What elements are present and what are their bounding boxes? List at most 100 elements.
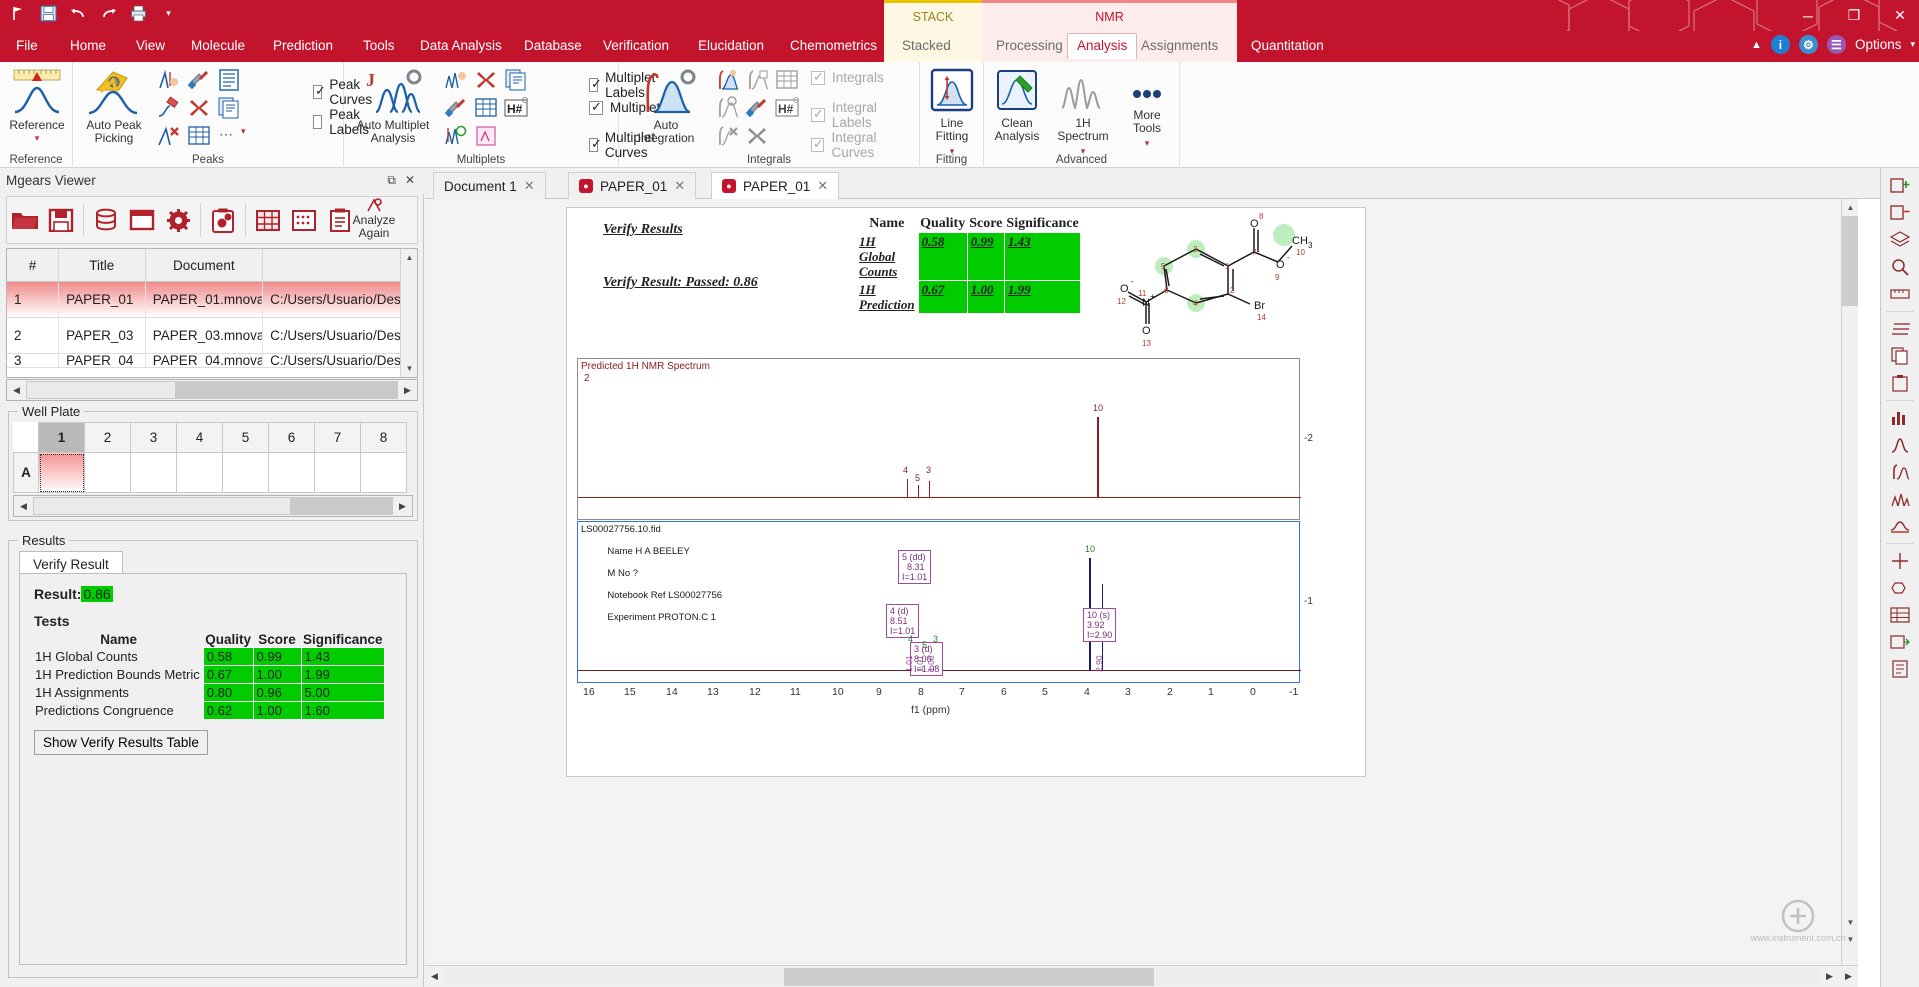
float-icon[interactable]: ⧉ — [387, 173, 396, 188]
delete-peaks-icon[interactable] — [187, 96, 211, 120]
predicted-spectrum-box[interactable]: Predicted 1H NMR Spectrum 2 4 5 3 10 — [577, 358, 1300, 520]
tab-assignments[interactable]: Assignments — [1141, 38, 1218, 53]
tab-stacked[interactable]: Stacked — [902, 38, 951, 53]
close-icon[interactable]: ✕ — [405, 173, 415, 187]
well-a6[interactable] — [269, 453, 315, 493]
export-icon[interactable] — [1884, 629, 1917, 655]
remove-peak-icon[interactable] — [157, 124, 181, 148]
peak-curves-checkbox-box[interactable] — [313, 85, 322, 99]
multiplet-refresh-icon[interactable] — [444, 124, 468, 148]
peak-settings-icon[interactable] — [187, 68, 211, 92]
delete-multiplets-icon[interactable] — [474, 68, 498, 92]
close-icon[interactable]: ✕ — [524, 178, 535, 194]
multiplet-box-10[interactable]: 10 (s) 3.92 I=2.90 — [1083, 608, 1116, 642]
auto-multiplet-analysis-button[interactable]: J Auto Multiplet Analysis — [348, 68, 438, 144]
scrollbar-thumb[interactable] — [33, 497, 291, 515]
list-icon[interactable]: ☰ — [1827, 35, 1846, 54]
table-vertical-scrollbar[interactable]: ▲ ▼ — [400, 249, 417, 377]
well-a4[interactable] — [177, 453, 223, 493]
document-tab-2[interactable]: ● PAPER_01 ✕ — [568, 172, 696, 199]
table-row[interactable]: 2 PAPER_03 PAPER_03.mnova C:/Users/Usuar… — [7, 318, 417, 354]
show-verify-results-table-button[interactable]: Show Verify Results Table — [34, 730, 208, 755]
peak-labels-checkbox-box[interactable] — [313, 115, 322, 129]
menu-right-controls[interactable]: ▲ i ⚙ ☰ Options ▾ — [1751, 35, 1915, 54]
scroll-up-icon[interactable]: ▲ — [1842, 199, 1858, 216]
well-a3[interactable] — [131, 453, 177, 493]
multiplet-box-5[interactable]: 5 (dd) 8.31 I=1.01 — [898, 550, 931, 584]
methyl-2-bromo-4-nitrobenzoate-structure[interactable]: O 8 O - 9 CH 3 10 Br 14 N + 11 O — [1112, 210, 1342, 350]
well-col-1[interactable]: 1 — [39, 423, 85, 453]
canvas-vertical-scrollbar[interactable]: ▲ ▼ ▼ — [1841, 199, 1858, 965]
baseline-icon[interactable] — [1884, 513, 1917, 539]
multiplet-labels-checkbox-box[interactable] — [589, 78, 598, 92]
more-tools-button[interactable]: More Tools ▾ — [1118, 68, 1176, 150]
document-table-horizontal-scrollbar[interactable]: ◀ ▶ — [6, 379, 418, 401]
h-number-icon[interactable]: H# — [504, 96, 528, 120]
peaks-dropdown-caret-icon[interactable]: ▾ — [241, 126, 265, 150]
save-icon[interactable] — [45, 203, 77, 237]
integral-table-icon[interactable] — [775, 68, 799, 92]
close-icon[interactable]: ✕ — [817, 178, 828, 194]
auto-peak-picking-button[interactable]: Auto Peak Picking — [77, 68, 151, 144]
well-plate-table[interactable]: 1 2 3 4 5 6 7 8 A — [13, 422, 407, 493]
options-button[interactable]: Options — [1855, 37, 1902, 52]
window-icon[interactable] — [126, 203, 158, 237]
analyze-again-button[interactable]: Analyze Again — [339, 198, 409, 240]
integral-normalize-icon[interactable] — [745, 68, 769, 92]
settings-icon[interactable] — [162, 203, 194, 237]
well-plate-horizontal-scrollbar[interactable]: ◀ ▶ — [13, 495, 413, 517]
table-icon[interactable] — [1884, 602, 1917, 628]
well-col-8[interactable]: 8 — [361, 423, 407, 453]
spectrum-1h-button[interactable]: 1H Spectrum ▾ — [1050, 68, 1116, 158]
gear-icon[interactable]: ⚙ — [1799, 35, 1818, 54]
checkbox-integral-labels[interactable]: Integral Labels — [811, 100, 919, 130]
scroll-page-down-icon[interactable]: ▼ — [1842, 931, 1858, 948]
more-peaks-icon[interactable]: ⋯ — [219, 126, 243, 150]
well-a1[interactable] — [39, 453, 85, 493]
tab-processing[interactable]: Processing — [996, 38, 1063, 53]
well-col-6[interactable]: 6 — [269, 423, 315, 453]
peak-table-icon[interactable] — [217, 68, 241, 92]
menu-molecule[interactable]: Molecule — [191, 38, 245, 53]
manual-integral-icon[interactable] — [715, 68, 739, 92]
info-icon[interactable]: i — [1771, 35, 1790, 54]
layers-icon[interactable] — [1884, 227, 1917, 253]
multiplets-checkbox-box[interactable] — [589, 101, 603, 115]
scroll-right-icon[interactable]: ▶ — [1820, 967, 1839, 987]
well-a8[interactable] — [361, 453, 407, 493]
restore-icon[interactable]: ❐ — [1841, 7, 1867, 24]
auto-integration-button[interactable]: Auto Integration — [627, 68, 705, 144]
window-controls[interactable]: ─ ❐ ✕ — [1795, 0, 1913, 31]
well-col-3[interactable]: 3 — [131, 423, 177, 453]
well-a7[interactable] — [315, 453, 361, 493]
experimental-spectrum-box[interactable]: LS00027756.10.fid Name H A BEELEY M No ?… — [577, 521, 1300, 683]
ribbon-collapse-chevron-icon[interactable]: ▲ — [1751, 39, 1762, 51]
document-canvas[interactable]: Verify Results Verify Result: Passed: 0.… — [425, 199, 1858, 965]
options-caret-icon[interactable]: ▾ — [1910, 39, 1915, 50]
scroll-down-icon[interactable]: ▼ — [401, 360, 418, 377]
integral-h-number-icon[interactable]: H# — [775, 96, 799, 120]
molecule-icon[interactable] — [1884, 575, 1917, 601]
menu-quantitation[interactable]: Quantitation — [1251, 38, 1324, 53]
scrollbar-thumb[interactable] — [784, 968, 1154, 986]
scroll-right-icon[interactable]: ▶ — [398, 380, 417, 400]
close-icon[interactable]: ✕ — [1887, 7, 1913, 24]
well-col-2[interactable]: 2 — [85, 423, 131, 453]
document-tab-3[interactable]: ● PAPER_01 ✕ — [711, 172, 839, 199]
scroll-up-icon[interactable]: ▲ — [401, 249, 418, 266]
scroll-down-icon[interactable]: ▼ — [1842, 914, 1858, 931]
menu-home[interactable]: Home — [70, 38, 106, 53]
database-icon[interactable] — [90, 203, 122, 237]
peak-eraser-icon[interactable] — [157, 96, 181, 120]
table-row[interactable]: 3 PAPER_04 PAPER_04.mnova C:/Users/Usuar… — [7, 354, 417, 368]
integral-settings-icon[interactable] — [745, 96, 769, 120]
menu-data-analysis[interactable]: Data Analysis — [420, 38, 502, 53]
scrollbar-track-right[interactable] — [1154, 968, 1820, 986]
menu-chemometrics[interactable]: Chemometrics — [790, 38, 877, 53]
integral-icon[interactable] — [1884, 459, 1917, 485]
scrollbar-track-left[interactable] — [444, 968, 784, 986]
close-icon[interactable]: ✕ — [674, 178, 685, 194]
menu-file[interactable]: File — [16, 38, 38, 53]
reference-caret-icon[interactable]: ▾ — [2, 132, 72, 145]
open-folder-icon[interactable] — [9, 203, 41, 237]
